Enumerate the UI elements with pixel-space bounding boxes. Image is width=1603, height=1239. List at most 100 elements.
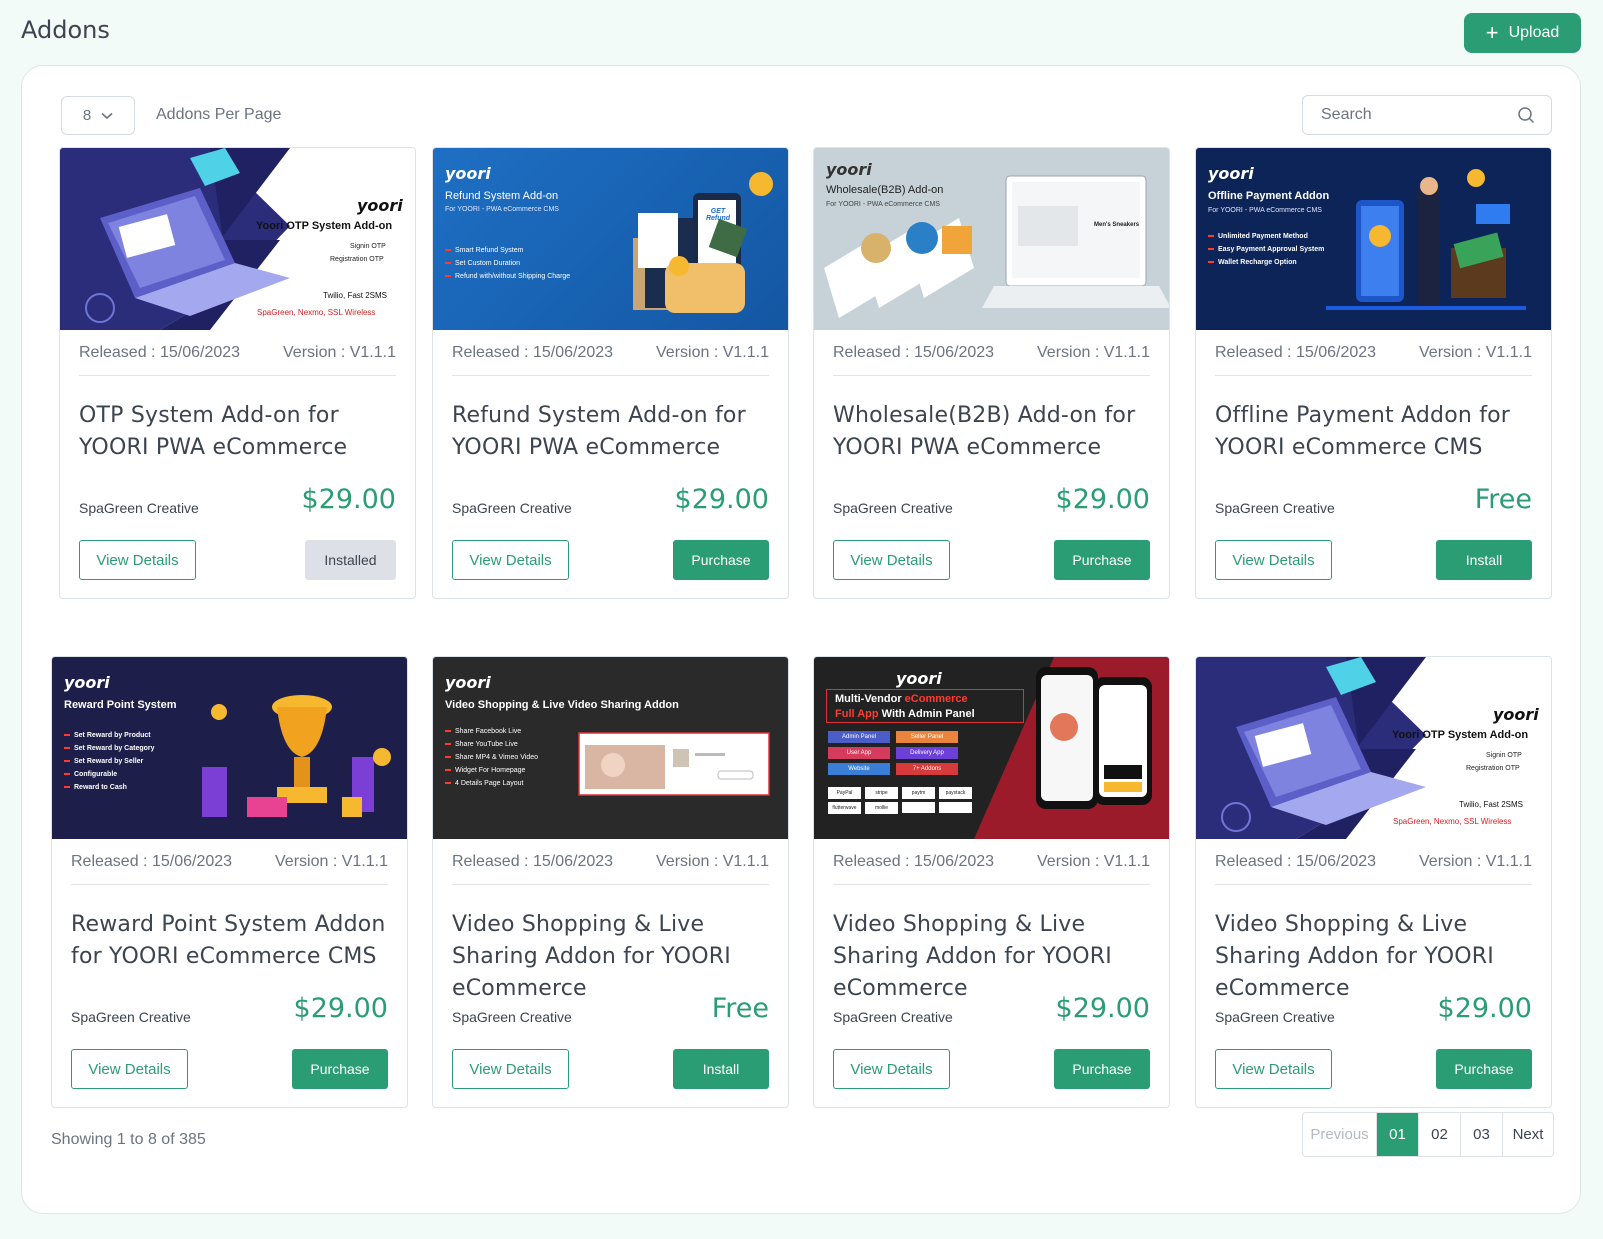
version-label: Version :: [656, 344, 719, 361]
banner-heading: Wholesale(B2B) Add-on: [826, 184, 944, 196]
installed-button[interactable]: Installed: [305, 540, 396, 580]
addon-banner-offline-payment: yoori Offline Payment Addon For YOORI - …: [1196, 148, 1551, 330]
banner-heading: With Admin Panel: [881, 708, 975, 720]
pagination-previous[interactable]: Previous: [1303, 1113, 1377, 1156]
install-button[interactable]: Install: [1436, 540, 1532, 580]
released-label: Released :: [452, 853, 529, 870]
version-label: Version :: [1419, 853, 1482, 870]
addon-banner-refund: yoori Refund System Add-on For YOORI - P…: [433, 148, 788, 330]
card-meta: Released : 15/06/2023 Version : V1.1.1: [452, 344, 769, 376]
banner-line: Signin OTP: [1486, 752, 1522, 759]
view-details-button[interactable]: View Details: [71, 1049, 188, 1089]
card-meta: Released : 15/06/2023 Version : V1.1.1: [452, 853, 769, 885]
card-meta: Released : 15/06/2023 Version : V1.1.1: [833, 853, 1150, 885]
banner-heading: Refund System Add-on: [445, 190, 559, 202]
purchase-button[interactable]: Purchase: [1054, 1049, 1150, 1089]
addon-banner-video-shopping: yoori Video Shopping & Live Video Sharin…: [433, 657, 788, 839]
view-details-button[interactable]: View Details: [452, 1049, 569, 1089]
addon-price: $29.00: [293, 993, 388, 1024]
card-meta: Released : 15/06/2023 Version : V1.1.1: [1215, 344, 1532, 376]
upload-button[interactable]: + Upload: [1464, 13, 1581, 53]
version-label: Version :: [275, 853, 338, 870]
released-date: 15/06/2023: [159, 344, 241, 361]
addon-author: SpaGreen Creative: [452, 1009, 572, 1025]
banner-list-item: Unlimited Payment Method: [1208, 230, 1324, 243]
search-box: [1302, 95, 1552, 135]
banner-tag: Delivery App: [896, 747, 958, 759]
released-date: 15/06/2023: [913, 853, 995, 870]
per-page-label: Addons Per Page: [156, 106, 282, 123]
version-value: V1.1.1: [1485, 853, 1532, 870]
addon-title: Video Shopping & Live Sharing Addon for …: [833, 912, 1112, 1001]
released-label: Released :: [1215, 344, 1292, 361]
banner-sub: For YOORI - PWA eCommerce CMS: [1208, 207, 1322, 214]
banner-list-item: Refund with/without Shipping Charge: [445, 270, 570, 283]
addon-author: SpaGreen Creative: [833, 1009, 953, 1025]
addon-card: yoori Yoori OTP System Add-on Signin OTP…: [1195, 656, 1552, 1108]
addon-price: $29.00: [301, 484, 396, 515]
pagination-next[interactable]: Next: [1503, 1113, 1553, 1156]
released-label: Released :: [71, 853, 148, 870]
plus-icon: +: [1485, 20, 1499, 45]
install-button[interactable]: Install: [673, 1049, 769, 1089]
banner-line: Twilio, Fast 2SMS: [1459, 800, 1524, 809]
purchase-button[interactable]: Purchase: [1054, 540, 1150, 580]
banner-list-item: Reward to Cash: [64, 781, 155, 794]
banner-list-item: Share Facebook Live: [445, 725, 538, 738]
banner-logo: yoori: [445, 164, 491, 183]
addon-price: Free: [1474, 484, 1532, 515]
banner-tag: Website: [828, 763, 890, 775]
pagination-page-01[interactable]: 01: [1377, 1113, 1419, 1156]
addon-card: yoori Refund System Add-on For YOORI - P…: [432, 147, 789, 599]
banner-sub: For YOORI - PWA eCommerce CMS: [826, 201, 940, 208]
search-icon[interactable]: [1517, 106, 1535, 124]
view-details-button[interactable]: View Details: [1215, 1049, 1332, 1089]
purchase-button[interactable]: Purchase: [1436, 1049, 1532, 1089]
banner-tag: 7+ Addons: [896, 763, 958, 775]
payment-logo: mollie: [865, 802, 898, 814]
released-date: 15/06/2023: [532, 853, 614, 870]
card-meta: Released : 15/06/2023 Version : V1.1.1: [79, 344, 396, 376]
released-label: Released :: [1215, 853, 1292, 870]
view-details-button[interactable]: View Details: [833, 1049, 950, 1089]
banner-list-item: 4 Details Page Layout: [445, 777, 538, 790]
banner-logo: yoori: [64, 673, 110, 692]
banner-tag: Seller Panel: [896, 731, 958, 743]
banner-logo: yoori: [1493, 705, 1539, 724]
version-value: V1.1.1: [341, 853, 388, 870]
pagination-page-02[interactable]: 02: [1419, 1113, 1461, 1156]
banner-list-item: Widget For Homepage: [445, 764, 538, 777]
pagination-page-03[interactable]: 03: [1461, 1113, 1503, 1156]
banner-screen-text: Men's Sneakers: [1094, 222, 1140, 228]
search-input[interactable]: [1321, 106, 1501, 124]
purchase-button[interactable]: Purchase: [673, 540, 769, 580]
banner-logo: yoori: [357, 196, 403, 215]
banner-heading-box: Multi-Vendor eCommerce Full App With Adm…: [826, 689, 1024, 723]
banner-line: Signin OTP: [350, 243, 386, 250]
version-label: Version :: [1037, 344, 1100, 361]
addon-title: Reward Point System Addon for YOORI eCom…: [71, 912, 386, 969]
banner-heading: Reward Point System: [64, 699, 177, 711]
per-page-select[interactable]: 8: [61, 96, 135, 135]
released-date: 15/06/2023: [151, 853, 233, 870]
payment-logo: flutterwave: [828, 802, 861, 814]
purchase-button[interactable]: Purchase: [292, 1049, 388, 1089]
banner-line: Registration OTP: [1466, 765, 1520, 772]
addon-title: Wholesale(B2B) Add-on for YOORI PWA eCom…: [833, 403, 1136, 460]
view-details-button[interactable]: View Details: [452, 540, 569, 580]
card-meta: Released : 15/06/2023 Version : V1.1.1: [1215, 853, 1532, 885]
banner-badge: GET Refund: [705, 208, 731, 222]
addon-author: SpaGreen Creative: [1215, 1009, 1335, 1025]
addon-card: yoori Multi-Vendor eCommerce Full App Wi…: [813, 656, 1170, 1108]
banner-heading: Yoori OTP System Add-on: [256, 220, 393, 232]
released-label: Released :: [452, 344, 529, 361]
banner-tag: User App: [828, 747, 890, 759]
payment-logo: paystack: [939, 787, 972, 799]
banner-line: Twilio, Fast 2SMS: [323, 291, 388, 300]
view-details-button[interactable]: View Details: [1215, 540, 1332, 580]
banner-list-item: Smart Refund System: [445, 244, 570, 257]
view-details-button[interactable]: View Details: [833, 540, 950, 580]
addon-price: $29.00: [674, 484, 769, 515]
view-details-button[interactable]: View Details: [79, 540, 196, 580]
payment-logo: PayPal: [828, 787, 861, 799]
